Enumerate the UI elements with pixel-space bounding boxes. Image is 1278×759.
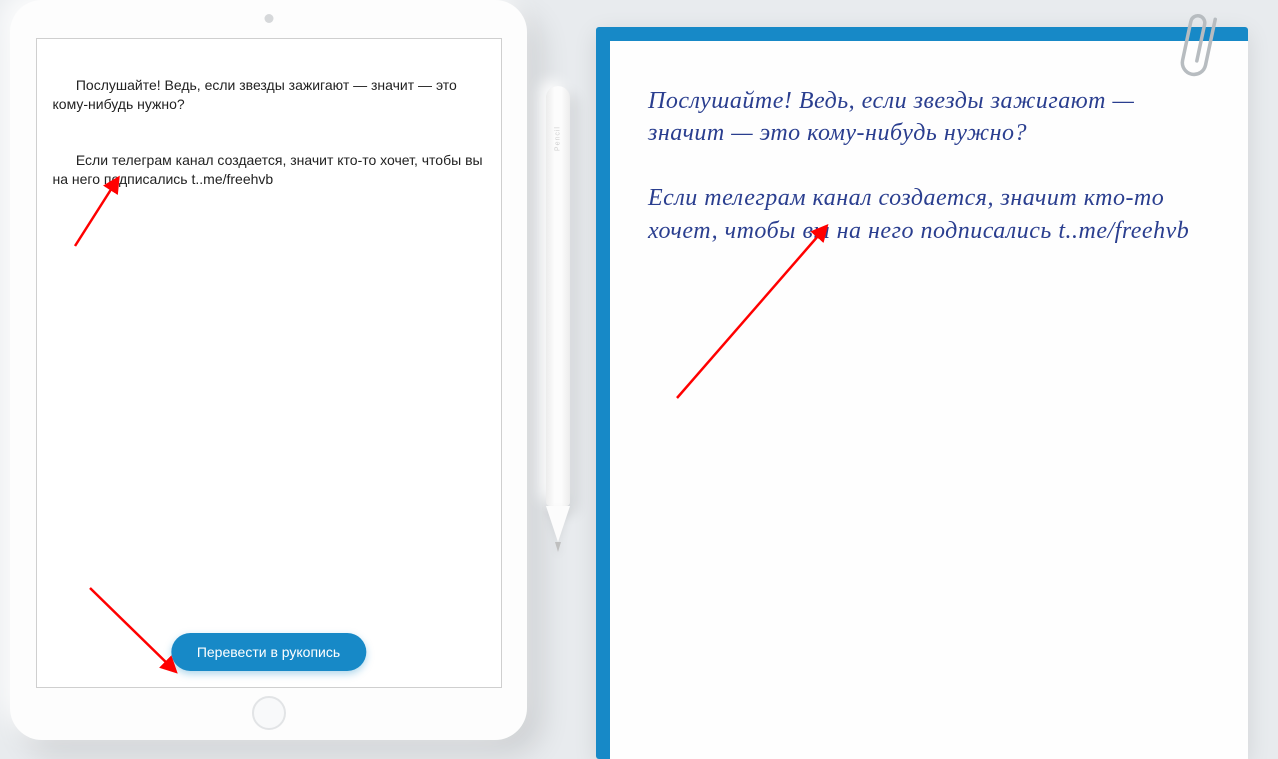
tablet-device: Послушайте! Ведь, если звезды зажигают —… — [10, 0, 527, 740]
stylus-tip — [546, 506, 570, 542]
handwriting-output: Послушайте! Ведь, если звезды зажигают —… — [648, 85, 1210, 247]
tablet-home-button[interactable] — [252, 696, 286, 730]
paragraph-2-a: Если — [76, 152, 112, 168]
paper-sheet: Послушайте! Ведь, если звезды зажигают —… — [610, 41, 1248, 759]
spellcheck-underline: телеграм — [112, 152, 172, 168]
tablet-screen: Послушайте! Ведь, если звезды зажигают —… — [36, 38, 502, 688]
source-text-input[interactable]: Послушайте! Ведь, если звезды зажигают —… — [53, 57, 485, 208]
stylus-label: Pencil — [555, 126, 562, 151]
stylus-body: Pencil — [546, 86, 570, 506]
paper-background: Послушайте! Ведь, если звезды зажигают —… — [596, 27, 1248, 759]
hand-paragraph-1: Послушайте! Ведь, если звезды зажигают —… — [648, 88, 1141, 146]
hand-paragraph-2: Если телеграм канал создается, значит кт… — [648, 185, 1189, 243]
stylus-nib — [555, 542, 561, 552]
tablet-camera — [264, 14, 273, 23]
convert-to-handwriting-button[interactable]: Перевести в рукопись — [171, 633, 366, 671]
stylus-pencil: Pencil — [546, 86, 570, 554]
paragraph-1: Послушайте! Ведь, если звезды зажигают —… — [53, 77, 461, 112]
